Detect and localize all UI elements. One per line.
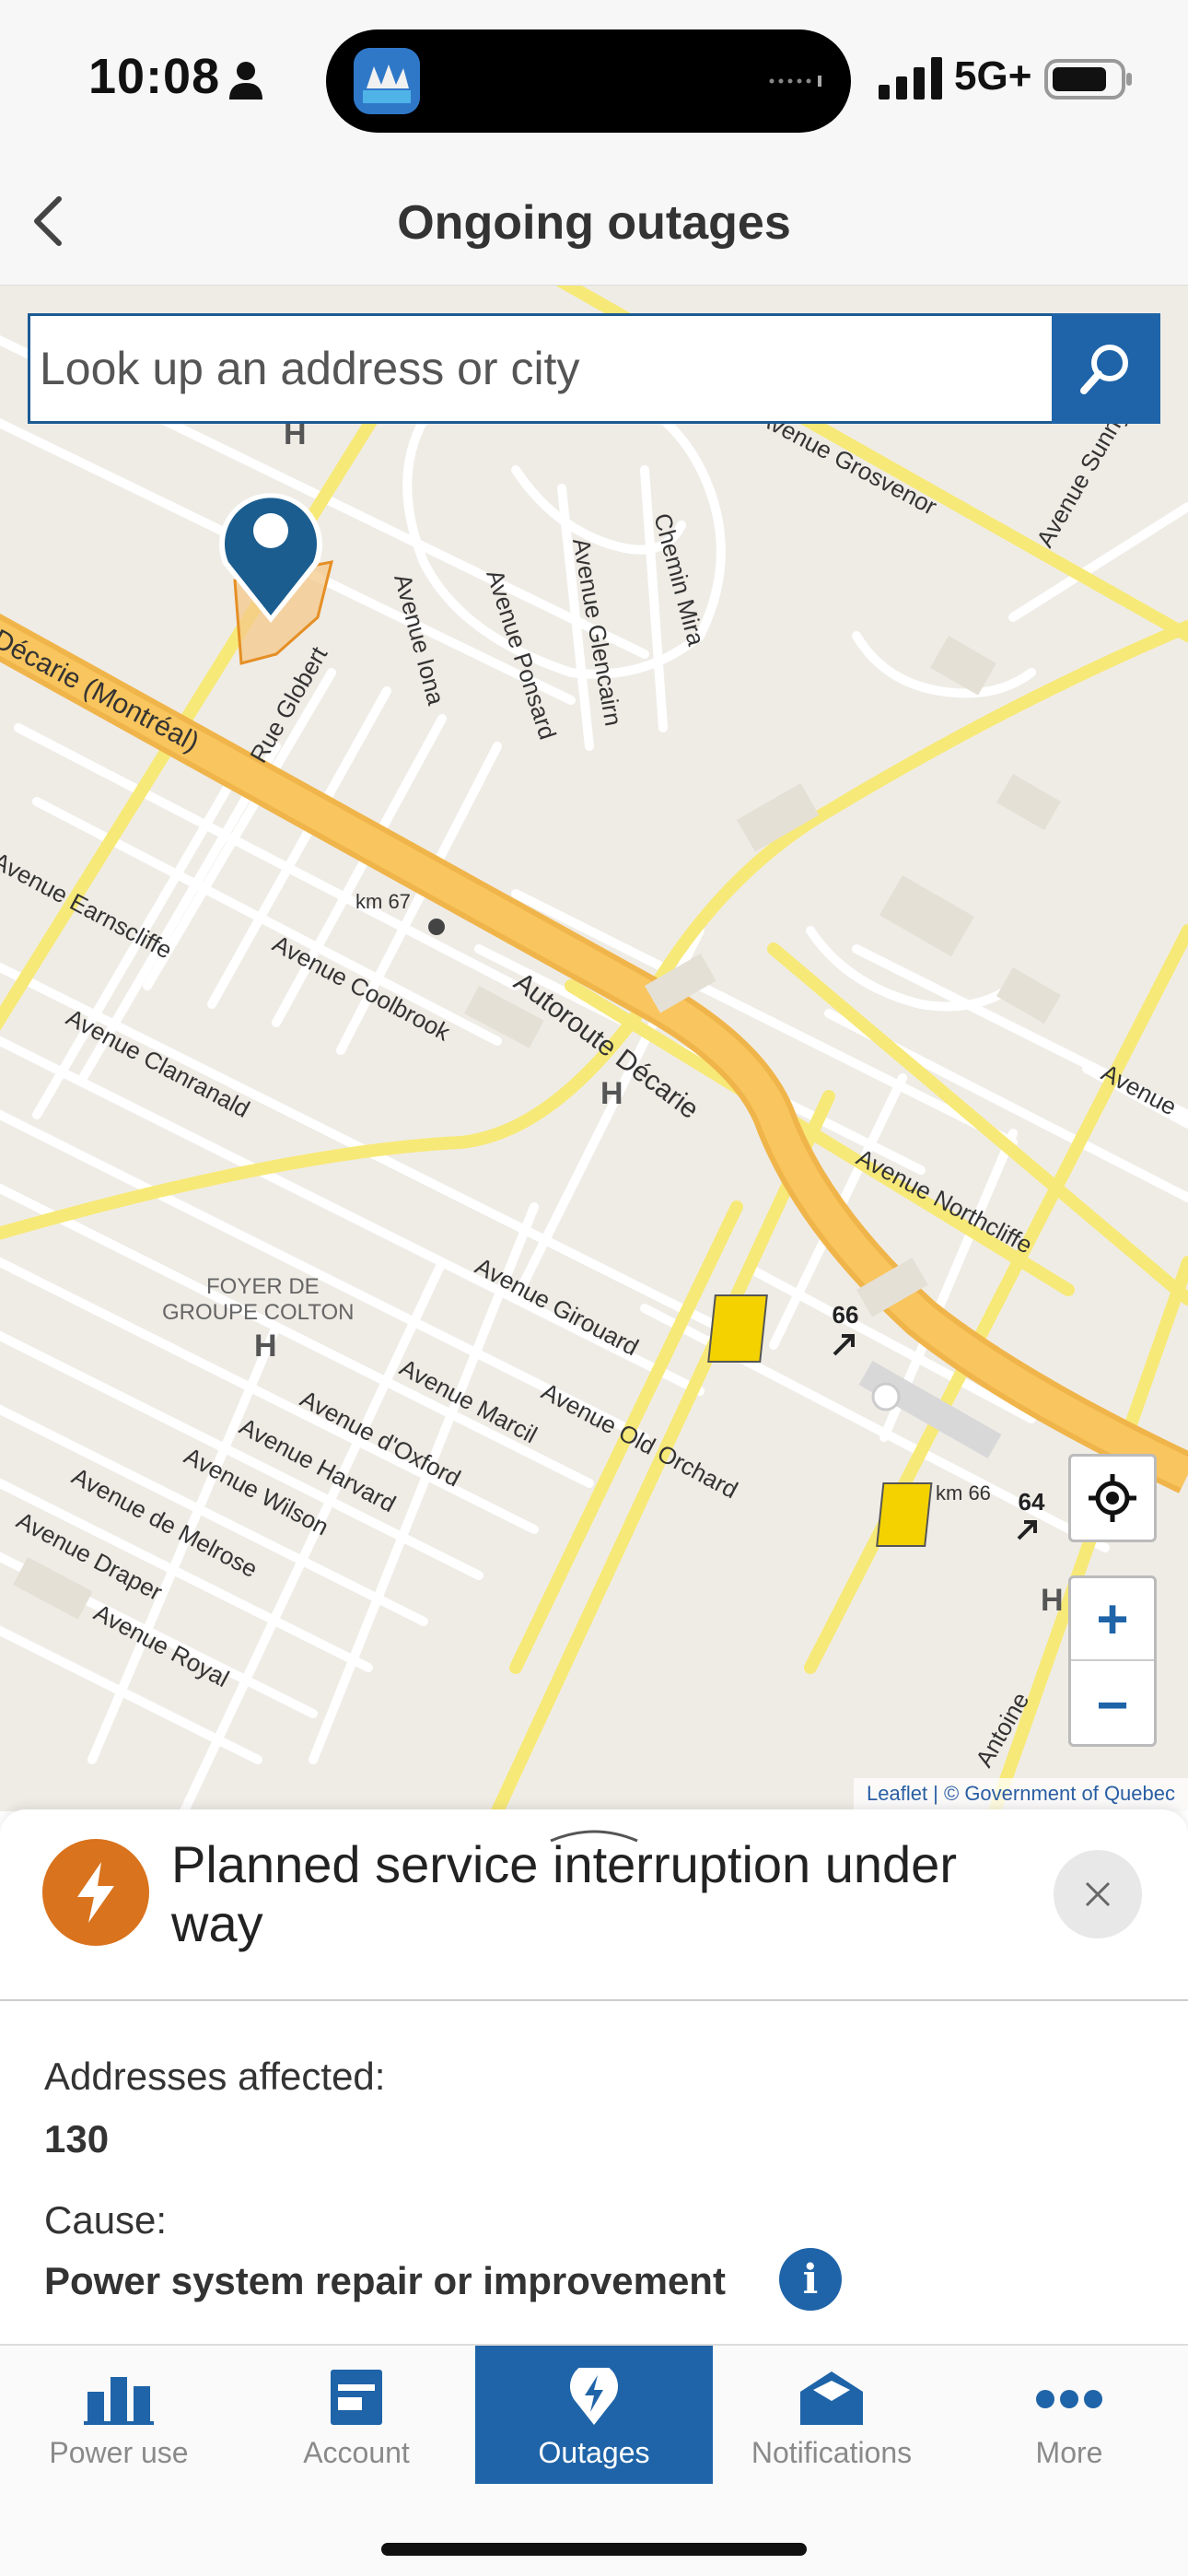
svg-text:Avenue Royal: Avenue Royal	[89, 1598, 234, 1692]
outage-details-sheet: Planned service interruption under way A…	[0, 1809, 1188, 2344]
locate-me-button[interactable]	[1068, 1454, 1157, 1542]
svg-text:FOYER DE: FOYER DE	[206, 1274, 320, 1299]
info-icon[interactable]: i	[779, 2248, 842, 2311]
outage-title: Planned service interruption under way	[171, 1835, 957, 1952]
divider	[0, 1999, 1188, 2001]
outage-map[interactable]: 66 64 H H H H Décarie (Montréal) Rue Glo…	[0, 286, 1188, 1811]
svg-text:km 67: km 67	[355, 890, 411, 913]
open-envelope-icon	[800, 2371, 863, 2425]
svg-text:GROUPE COLTON: GROUPE COLTON	[162, 1300, 354, 1325]
page-title: Ongoing outages	[397, 196, 791, 250]
close-icon	[1085, 1881, 1111, 1907]
tab-notifications[interactable]: Notifications	[713, 2346, 950, 2484]
tab-outages[interactable]: Outages	[475, 2346, 713, 2484]
tab-power-use[interactable]: Power use	[0, 2346, 238, 2484]
signal-strength-icon	[879, 57, 942, 100]
cause-label: Cause:	[44, 2198, 168, 2242]
search-button[interactable]	[1052, 313, 1160, 424]
status-time: 10:08	[88, 49, 221, 104]
svg-text:64: 64	[1019, 1488, 1045, 1516]
zoom-in-button[interactable]: +	[1071, 1578, 1154, 1661]
crosshair-icon	[1089, 1474, 1136, 1522]
search-icon	[1080, 345, 1128, 394]
addresses-affected-value: 130	[44, 2117, 110, 2160]
dynamic-island	[326, 29, 851, 133]
person-icon	[229, 62, 262, 100]
svg-text:66: 66	[833, 1301, 859, 1329]
tab-account[interactable]: Account	[238, 2346, 475, 2484]
tab-more[interactable]: More	[950, 2346, 1188, 2484]
lightning-pin-icon	[570, 2368, 618, 2425]
addresses-affected-label: Addresses affected:	[44, 2055, 386, 2098]
tab-label: Power use	[49, 2436, 189, 2469]
outage-alert-icon	[42, 1839, 149, 1946]
map-attribution[interactable]: Leaflet | © Government of Quebec	[854, 1778, 1188, 1811]
status-bar: 10:08 5G+	[0, 0, 1188, 157]
cause-value: Power system repair or improvement	[44, 2259, 726, 2302]
tab-label: Outages	[538, 2436, 650, 2469]
tab-label: More	[1035, 2436, 1103, 2469]
zoom-out-button[interactable]: −	[1071, 1663, 1154, 1746]
bar-chart-icon	[84, 2377, 154, 2425]
address-search-input[interactable]: Look up an address or city	[28, 313, 1052, 424]
bottom-tab-bar: Power use Account Outages Notifications …	[0, 2344, 1188, 2576]
activity-indicator-icon	[769, 76, 821, 87]
app-header: Ongoing outages	[0, 157, 1188, 286]
svg-text:km 66: km 66	[936, 1481, 991, 1505]
tab-label: Notifications	[751, 2436, 913, 2469]
svg-text:H: H	[600, 1076, 623, 1111]
app-activity-icon	[354, 48, 420, 114]
close-button[interactable]	[1054, 1850, 1142, 1938]
lightning-icon	[77, 1862, 114, 1923]
zoom-controls: + −	[1068, 1575, 1157, 1747]
invoice-icon	[331, 2370, 382, 2425]
km67-marker	[428, 919, 445, 935]
svg-text:H: H	[254, 1329, 277, 1364]
svg-text:H: H	[1041, 1583, 1064, 1618]
map-tiles[interactable]: 66 64 H H H H Décarie (Montréal) Rue Glo…	[0, 286, 1188, 1811]
battery-icon	[1044, 59, 1132, 100]
more-dots-icon	[1036, 2390, 1102, 2408]
network-type: 5G+	[954, 53, 1032, 99]
home-indicator[interactable]	[381, 2543, 807, 2556]
tab-label: Account	[303, 2436, 410, 2469]
svg-text:Avenue Northcliffe: Avenue Northcliffe	[852, 1143, 1037, 1259]
